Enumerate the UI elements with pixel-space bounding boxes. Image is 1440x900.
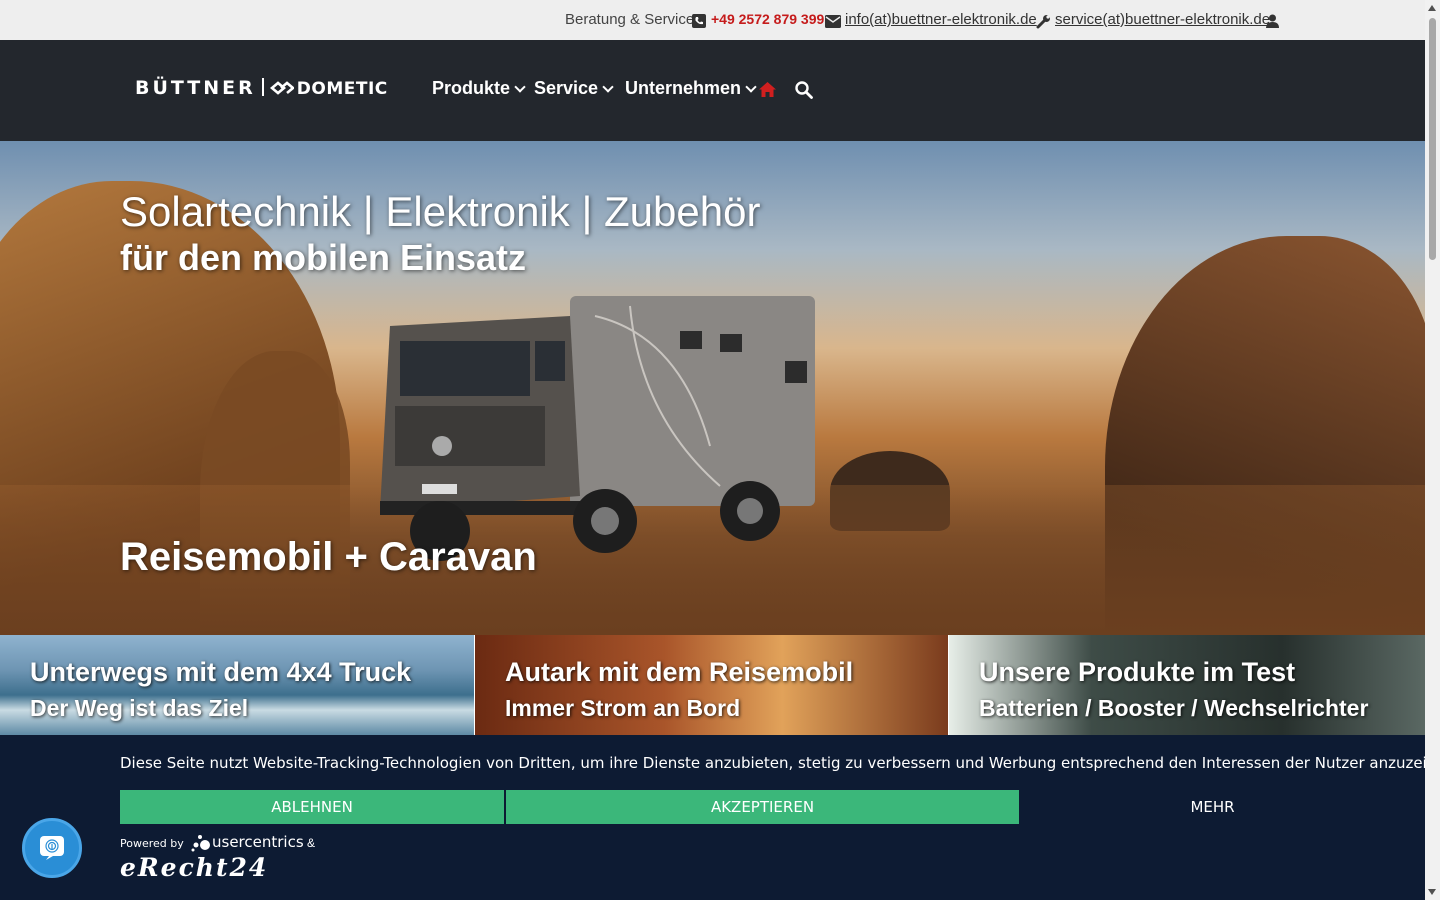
usercentrics-label: usercentrics: [212, 833, 304, 851]
phone-icon: [692, 12, 706, 29]
logo-partner: DOMETIC: [296, 79, 388, 99]
hero-banner[interactable]: Solartechnik | Elektronik | Zubehör für …: [0, 141, 1425, 635]
ampersand: &: [307, 836, 316, 850]
phone-link[interactable]: +49 2572 879 399: [711, 11, 824, 27]
home-icon[interactable]: [759, 81, 776, 102]
tile-title: Unsere Produkte im Test: [979, 657, 1296, 687]
tile-reisemobil[interactable]: Autark mit dem Reisemobil Immer Strom an…: [475, 635, 948, 735]
hero-title: Solartechnik | Elektronik | Zubehör: [120, 188, 761, 235]
nav-produkte[interactable]: Produkte: [432, 78, 526, 99]
search-icon[interactable]: [795, 81, 813, 104]
tile-produkte-test[interactable]: Unsere Produkte im Test Batterien / Boos…: [949, 635, 1425, 735]
tile-subtitle: Der Weg ist das Ziel: [30, 695, 249, 721]
scroll-down-arrow[interactable]: [1428, 889, 1436, 895]
logo[interactable]: BÜTTNER DOMETIC: [135, 77, 388, 99]
tile-subtitle: Immer Strom an Bord: [505, 695, 741, 721]
truck-image: [380, 296, 815, 561]
page-scrollbar[interactable]: [1425, 0, 1440, 900]
user-icon[interactable]: [1266, 12, 1279, 29]
logo-brand: BÜTTNER: [135, 77, 256, 99]
wrench-icon: [1036, 12, 1051, 29]
cookie-banner: Diese Seite nutzt Website-Tracking-Techn…: [0, 735, 1440, 900]
nav-unternehmen[interactable]: Unternehmen: [625, 78, 757, 99]
scroll-thumb[interactable]: [1429, 18, 1436, 260]
chevron-down-icon: [514, 81, 526, 93]
accept-button[interactable]: AKZEPTIEREN: [506, 790, 1019, 824]
dometic-logo-icon: [269, 81, 295, 95]
usercentrics-dots-icon: [191, 835, 210, 852]
nav-service[interactable]: Service: [534, 78, 614, 99]
tile-title: Unterwegs mit dem 4x4 Truck: [30, 657, 412, 687]
consult-label: Beratung & Service: [565, 11, 695, 28]
erecht24-logo[interactable]: eRecht24: [120, 853, 268, 882]
cookie-text: Diese Seite nutzt Website-Tracking-Techn…: [120, 754, 1440, 772]
scroll-up-arrow[interactable]: [1428, 5, 1436, 11]
fingerprint-chat-icon: [40, 836, 64, 860]
usercentrics-logo[interactable]: usercentrics: [190, 832, 304, 852]
decline-button[interactable]: ABLEHNEN: [120, 790, 504, 824]
hero-caption: Reisemobil + Caravan: [120, 535, 537, 579]
email-link[interactable]: info(at)buettner-elektronik.de: [845, 11, 1037, 28]
chevron-down-icon: [602, 81, 614, 93]
main-navigation: BÜTTNER DOMETIC Produkte Service Unterneh…: [0, 40, 1425, 141]
contact-bar: Beratung & Service +49 2572 879 399 info…: [0, 0, 1425, 40]
hero-subtitle: für den mobilen Einsatz: [120, 237, 527, 278]
tile-title: Autark mit dem Reisemobil: [505, 657, 854, 687]
nav-unternehmen-label: Unternehmen: [625, 78, 742, 98]
tile-4x4-truck[interactable]: Unterwegs mit dem 4x4 Truck Der Weg ist …: [0, 635, 474, 735]
privacy-settings-button[interactable]: [22, 818, 82, 878]
chevron-down-icon: [745, 81, 757, 93]
nav-produkte-label: Produkte: [432, 78, 511, 98]
powered-by-label: Powered by: [120, 837, 184, 850]
envelope-icon: [825, 12, 841, 29]
tile-subtitle: Batterien / Booster / Wechselrichter: [979, 695, 1369, 721]
service-email-link[interactable]: service(at)buettner-elektronik.de: [1055, 11, 1270, 28]
nav-service-label: Service: [534, 78, 599, 98]
more-button[interactable]: MEHR: [1020, 790, 1405, 824]
